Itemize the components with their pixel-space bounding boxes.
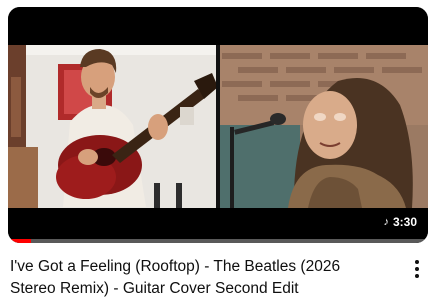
watch-progress-bar [8,239,428,243]
duration-badge: ♪ 3:30 [378,213,422,231]
duration-text: 3:30 [392,215,417,229]
more-vert-dot [415,274,419,278]
video-title[interactable]: I've Got a Feeling (Rooftop) - The Beatl… [10,256,390,300]
more-vert-dot [415,267,419,271]
video-thumbnail[interactable]: ♪ 3:30 [8,7,428,243]
thumbnail-image [8,7,428,243]
video-card: ♪ 3:30 I've Got a Feeling (Rooftop) - Th… [0,0,436,301]
more-options-button[interactable] [405,256,429,282]
watch-progress-fill [8,239,32,243]
music-note-icon: ♪ [383,216,389,228]
more-vert-icon [415,260,419,264]
